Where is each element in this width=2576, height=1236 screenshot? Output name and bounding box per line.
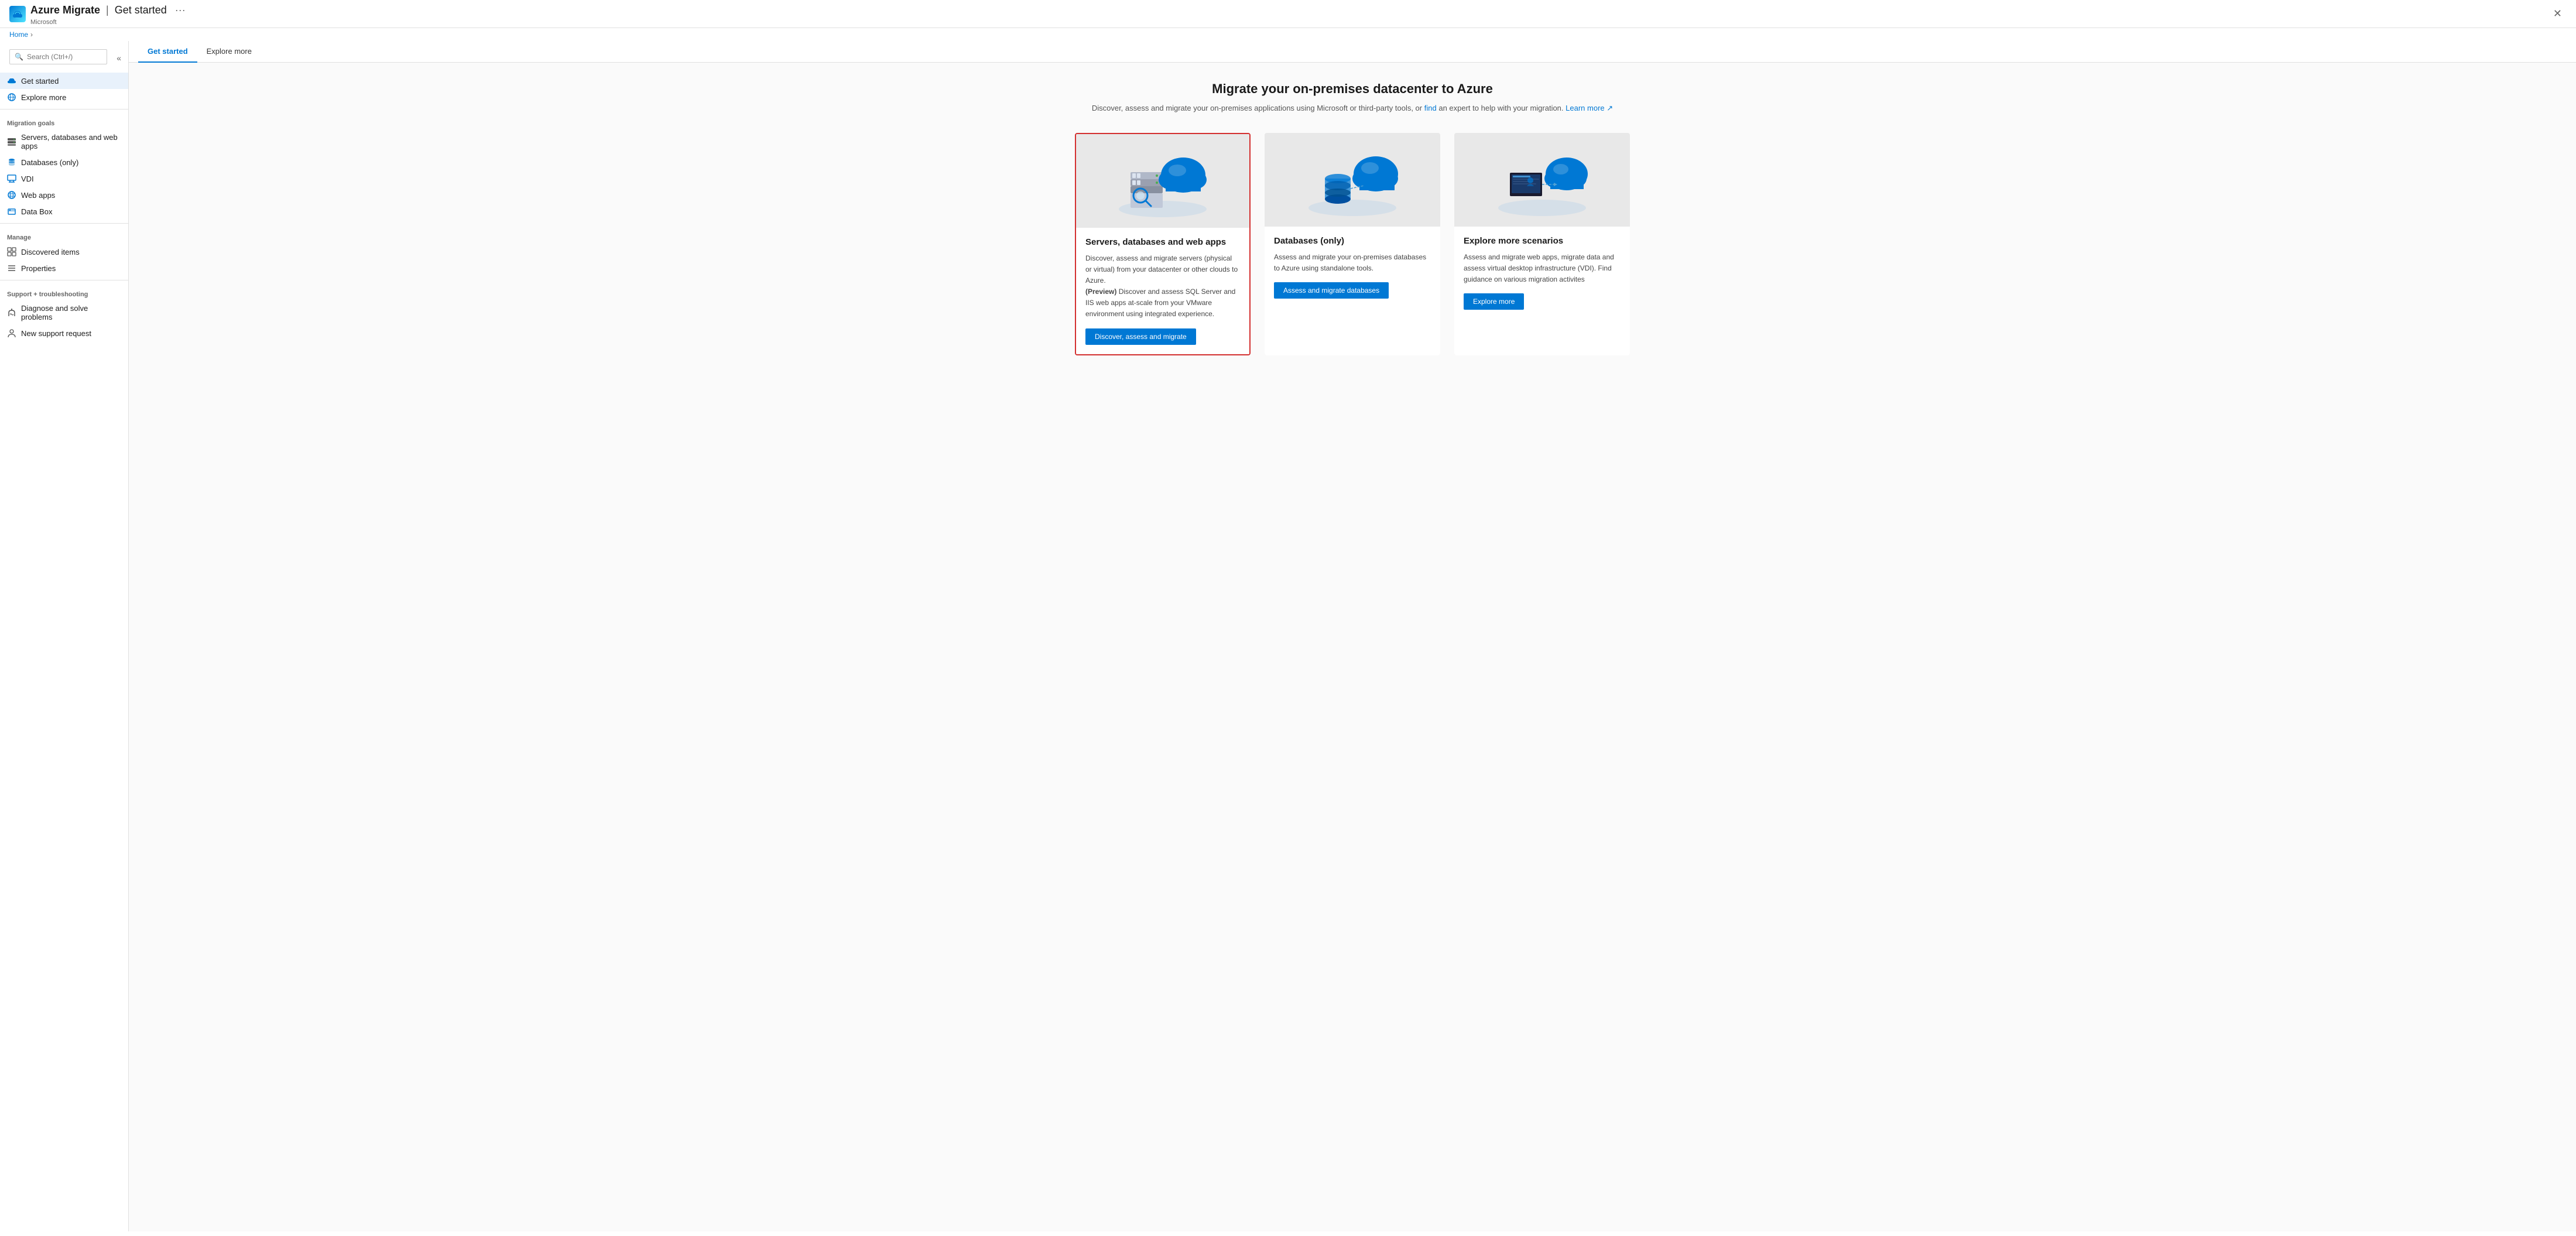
assess-migrate-databases-button[interactable]: Assess and migrate databases [1274,282,1389,299]
card-title-servers: Servers, databases and web apps [1085,237,1240,247]
sidebar-label-vdi: VDI [21,174,34,183]
section-migration-goals: Migration goals [0,113,128,129]
get-started-icon [7,76,16,85]
card-title-databases: Databases (only) [1274,236,1431,246]
sidebar-item-servers-db-webapps[interactable]: Servers, databases and web apps [0,129,128,154]
sidebar-item-properties[interactable]: Properties [0,260,128,276]
subtext2: an expert [1438,104,1470,112]
card-illustration-databases [1288,139,1417,221]
explore-more-button[interactable]: Explore more [1464,293,1524,310]
support-request-icon [7,328,16,338]
app-branding: Azure Migrate | Get started ··· Microsof… [9,2,190,26]
card-desc-normal-servers: Discover, assess and migrate servers (ph… [1085,254,1238,285]
find-expert-link[interactable]: find [1424,104,1437,112]
card-illustration-explore [1478,139,1606,221]
vdi-icon [7,174,16,183]
sidebar-item-diagnose[interactable]: Diagnose and solve problems [0,300,128,325]
sidebar-label-databases-only: Databases (only) [21,158,78,167]
data-box-icon [7,207,16,216]
subtext3: to help with your migration. [1472,104,1563,112]
search-input[interactable] [27,53,102,61]
app-title: Azure Migrate [30,4,100,16]
sidebar-label-data-box: Data Box [21,207,52,216]
card-databases-only: Databases (only) Assess and migrate your… [1265,133,1440,355]
card-body-explore: Explore more scenarios Assess and migrat… [1454,227,1630,355]
card-desc-normal-explore: Assess and migrate web apps, migrate dat… [1464,253,1614,283]
card-servers-db-webapps: Servers, databases and web apps Discover… [1075,133,1251,355]
discover-assess-migrate-button[interactable]: Discover, assess and migrate [1085,328,1196,345]
app-icon [9,6,26,22]
breadcrumb: Home › [0,28,2576,41]
sidebar-label-web-apps: Web apps [21,191,55,200]
sidebar-item-explore-more[interactable]: Explore more [0,89,128,105]
card-desc-bold-label-servers: (Preview) [1085,287,1116,296]
top-bar: Azure Migrate | Get started ··· Microsof… [0,0,2576,28]
sidebar-item-support-request[interactable]: New support request [0,325,128,341]
discovered-items-icon [7,247,16,256]
sidebar-label-support-request: New support request [21,329,91,338]
search-row: 🔍 « [0,46,128,70]
tab-get-started[interactable]: Get started [138,41,197,63]
sidebar-divider-2 [0,223,128,224]
main-layout: 🔍 « Get started Expl [0,41,2576,1231]
sidebar-label-diagnose: Diagnose and solve problems [21,304,121,321]
search-icon: 🔍 [15,53,23,61]
card-desc-servers: Discover, assess and migrate servers (ph… [1085,253,1240,320]
diagnose-icon [7,308,16,317]
sidebar-label-get-started: Get started [21,77,59,85]
page-heading: Migrate your on-premises datacenter to A… [157,81,2548,97]
card-image-databases [1265,133,1440,227]
servers-icon [7,137,16,146]
sidebar-item-databases-only[interactable]: Databases (only) [0,154,128,170]
provider-label: Microsoft [30,19,190,26]
breadcrumb-home[interactable]: Home [9,30,28,39]
databases-icon [7,158,16,167]
card-desc-databases: Assess and migrate your on-premises data… [1274,252,1431,274]
right-panel: Get started Explore more Migrate your on… [129,41,2576,1231]
title-group: Azure Migrate | Get started ··· Microsof… [30,2,190,26]
sidebar-item-data-box[interactable]: Data Box [0,203,128,220]
section-support: Support + troubleshooting [0,284,128,300]
sidebar-item-web-apps[interactable]: Web apps [0,187,128,203]
sidebar-item-get-started[interactable]: Get started [0,73,128,89]
sidebar-label-properties: Properties [21,264,56,273]
explore-more-icon [7,93,16,102]
collapse-button[interactable]: « [114,51,124,65]
sidebar-item-discovered-items[interactable]: Discovered items [0,244,128,260]
card-illustration-servers [1098,140,1227,222]
more-options-button[interactable]: ··· [170,2,190,19]
card-body-databases: Databases (only) Assess and migrate your… [1265,227,1440,355]
card-desc-normal-databases: Assess and migrate your on-premises data… [1274,253,1426,272]
page-header: Migrate your on-premises datacenter to A… [157,81,2548,114]
sidebar-label-discovered-items: Discovered items [21,248,80,256]
sidebar-label-explore-more: Explore more [21,93,66,102]
subtext1: Discover, assess and migrate your on-pre… [1092,104,1422,112]
properties-icon [7,263,16,273]
nav-tabs: Get started Explore more [129,41,2576,63]
learn-more-link[interactable]: Learn more ↗ [1566,104,1613,112]
sidebar-label-servers-db-webapps: Servers, databases and web apps [21,133,121,150]
card-image-explore [1454,133,1630,227]
close-button[interactable]: ✕ [2548,5,2567,22]
page-subtext: Discover, assess and migrate your on-pre… [157,102,2548,114]
main-content: Migrate your on-premises datacenter to A… [129,63,2576,1231]
app-subtitle: Get started [115,4,167,16]
section-manage: Manage [0,227,128,244]
card-explore-more: Explore more scenarios Assess and migrat… [1454,133,1630,355]
search-box[interactable]: 🔍 [9,49,107,64]
breadcrumb-separator: › [30,30,33,39]
tab-explore-more[interactable]: Explore more [197,41,261,63]
sidebar-item-vdi[interactable]: VDI [0,170,128,187]
card-body-servers: Servers, databases and web apps Discover… [1076,228,1249,354]
cards-row: Servers, databases and web apps Discover… [157,133,2548,355]
card-image-servers [1076,134,1249,228]
app-separator: | [106,4,109,16]
card-desc-explore: Assess and migrate web apps, migrate dat… [1464,252,1621,286]
card-title-explore: Explore more scenarios [1464,236,1621,246]
web-apps-icon [7,190,16,200]
sidebar: 🔍 « Get started Expl [0,41,129,1231]
